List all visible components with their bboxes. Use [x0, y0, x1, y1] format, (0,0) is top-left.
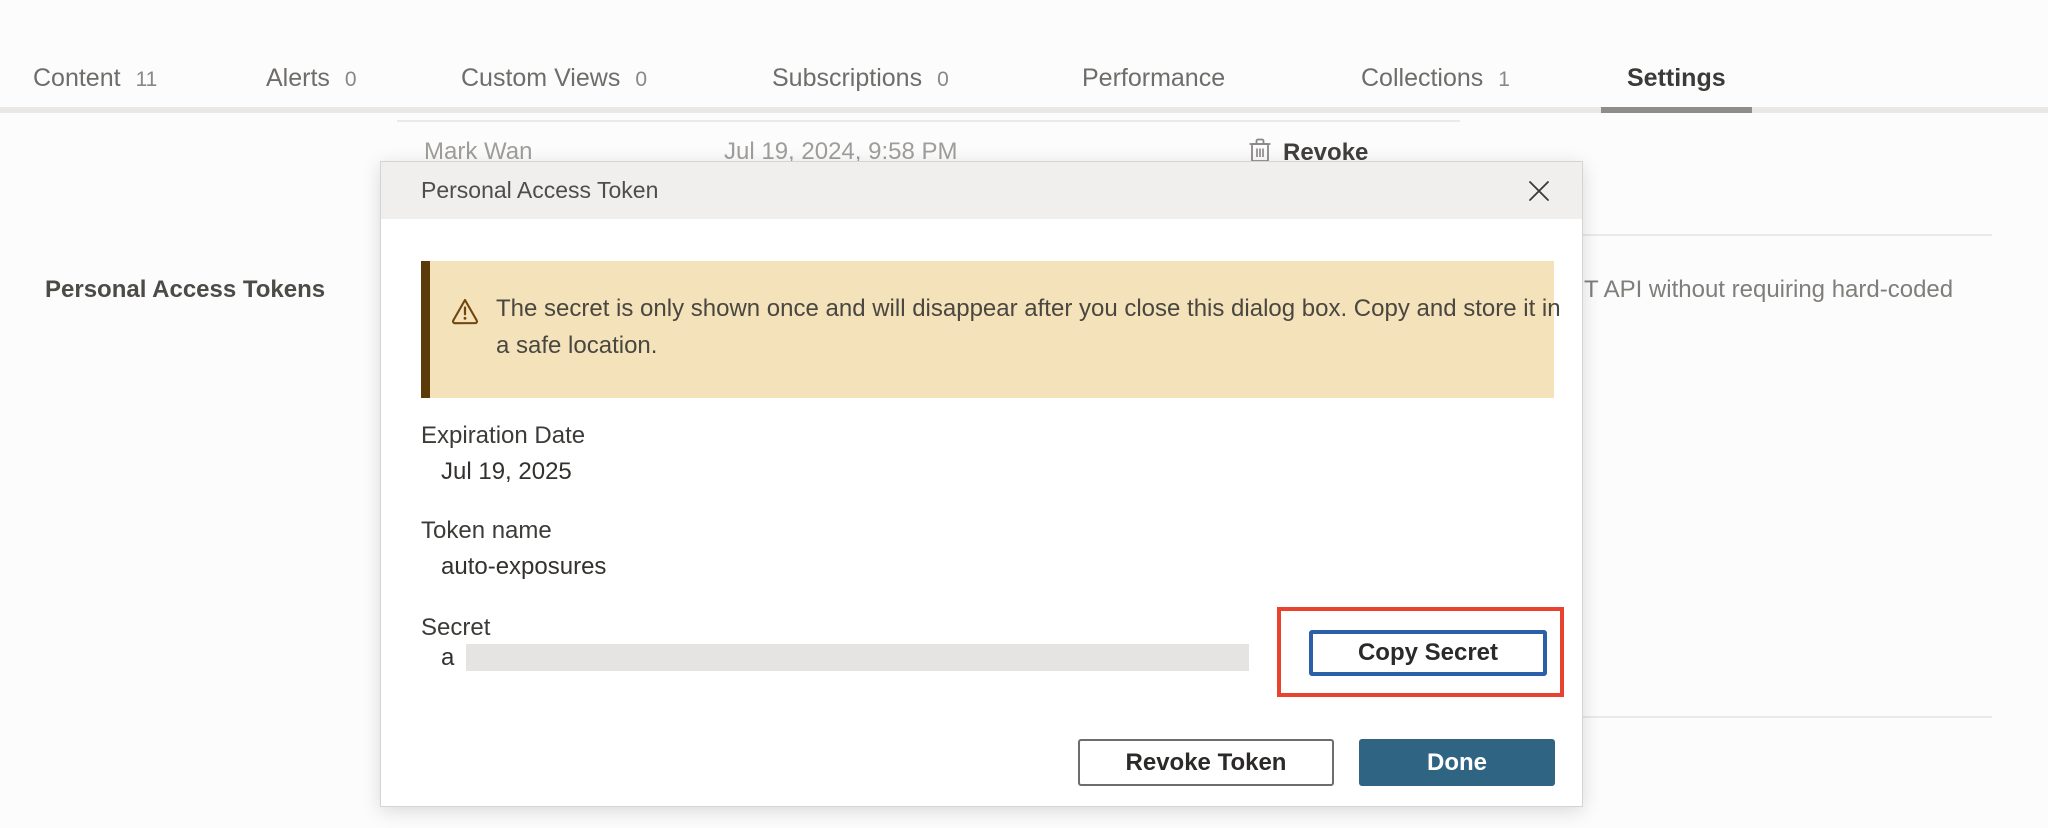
secret-value-row: a	[441, 644, 1249, 671]
tab-count: 1	[1498, 69, 1510, 90]
tab-bar: Content 11 Alerts 0 Custom Views 0 Subscrip…	[0, 0, 2048, 113]
tab-label: Settings	[1627, 66, 1726, 91]
secret-redacted-bar	[466, 644, 1249, 671]
dialog-header: Personal Access Token	[381, 162, 1582, 219]
copy-secret-button[interactable]: Copy Secret	[1309, 630, 1547, 676]
token-name-label: Token name	[421, 519, 552, 543]
personal-access-token-dialog: Personal Access Token The secret is only…	[380, 161, 1583, 807]
token-name-value: auto-exposures	[441, 555, 606, 579]
close-icon[interactable]	[1524, 176, 1554, 206]
tab-label: Content	[33, 66, 121, 91]
tab-performance[interactable]: Performance	[1056, 41, 1251, 113]
page: Content 11 Alerts 0 Custom Views 0 Subscrip…	[0, 0, 2048, 828]
tab-subscriptions[interactable]: Subscriptions 0	[746, 41, 975, 113]
tab-count: 11	[136, 69, 158, 90]
tab-label: Collections	[1361, 66, 1483, 91]
expiration-date-value: Jul 19, 2025	[441, 460, 572, 484]
tab-count: 0	[345, 69, 357, 90]
table-row-divider	[397, 120, 1460, 122]
warning-icon	[450, 296, 480, 331]
tab-alerts[interactable]: Alerts 0	[240, 41, 383, 113]
tab-count: 0	[635, 69, 647, 90]
tab-label: Performance	[1082, 66, 1225, 91]
tab-label: Subscriptions	[772, 66, 922, 91]
tab-count: 0	[937, 69, 949, 90]
tab-collections[interactable]: Collections 1	[1335, 41, 1536, 113]
secret-label: Secret	[421, 616, 490, 640]
done-button[interactable]: Done	[1359, 739, 1555, 786]
revoke-token-button[interactable]: Revoke Token	[1078, 739, 1334, 786]
dialog-title: Personal Access Token	[421, 177, 1524, 204]
warning-text: The secret is only shown once and will d…	[496, 290, 1562, 364]
tab-custom-views[interactable]: Custom Views 0	[435, 41, 673, 113]
warning-banner: The secret is only shown once and will d…	[421, 261, 1554, 398]
secret-visible-value: a	[441, 646, 454, 670]
tab-settings[interactable]: Settings	[1601, 41, 1752, 113]
section-description-fragment: ST API without requiring hard-coded	[1568, 276, 1953, 304]
section-title: Personal Access Tokens	[45, 276, 325, 304]
tab-label: Alerts	[266, 66, 330, 91]
tab-label: Custom Views	[461, 66, 620, 91]
expiration-date-label: Expiration Date	[421, 424, 585, 448]
tab-content[interactable]: Content 11	[7, 41, 183, 113]
